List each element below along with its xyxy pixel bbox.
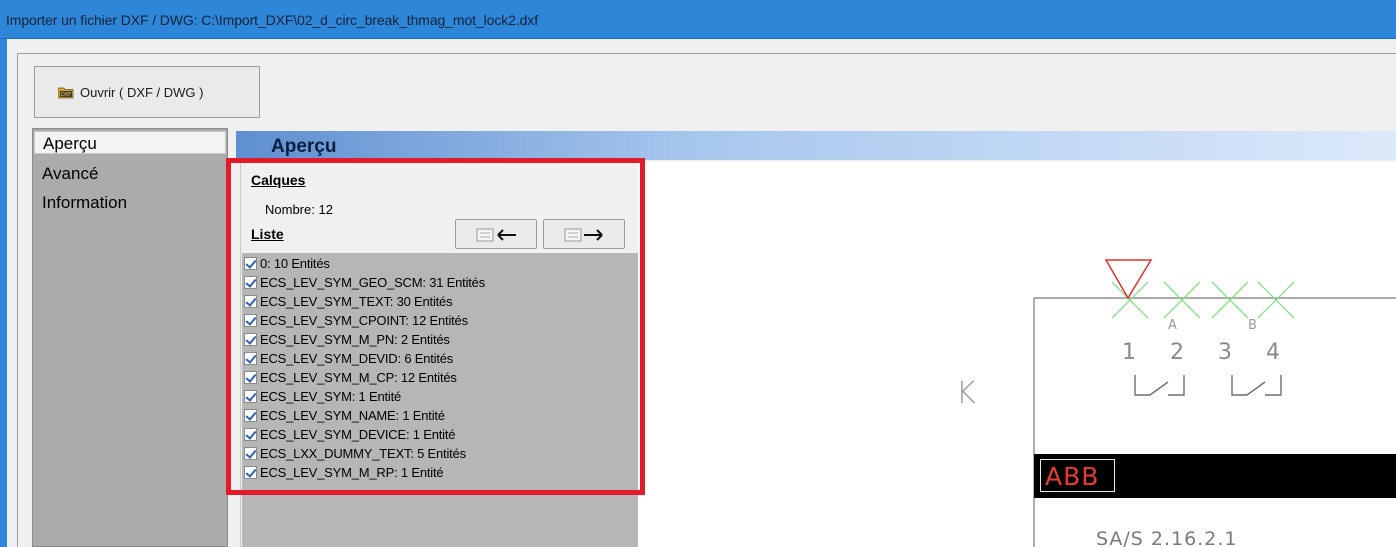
layer-checkbox[interactable] xyxy=(244,428,257,441)
layers-prev-button[interactable] xyxy=(455,219,537,249)
pin-label: 1 xyxy=(1122,340,1136,365)
pin-label: 3 xyxy=(1218,340,1232,365)
layer-checkbox[interactable] xyxy=(244,352,257,365)
layer-label: ECS_LEV_SYM_NAME: 1 Entité xyxy=(260,408,445,423)
layer-checkbox[interactable] xyxy=(244,257,257,270)
layers-arrow-left-icon xyxy=(476,228,516,242)
layer-label: 0: 10 Entités xyxy=(260,256,330,271)
layer-row[interactable]: ECS_LEV_SYM_DEVICE: 1 Entité xyxy=(244,425,455,444)
window-title: Importer un fichier DXF / DWG: C:\Import… xyxy=(6,12,538,28)
layer-checkbox[interactable] xyxy=(244,314,257,327)
layer-row[interactable]: ECS_LEV_SYM_M_PN: 2 Entités xyxy=(244,330,450,349)
layer-checkbox[interactable] xyxy=(244,333,257,346)
layer-checkbox[interactable] xyxy=(244,447,257,460)
insertion-marker xyxy=(1104,259,1153,300)
svg-text:DXF: DXF xyxy=(61,92,71,98)
nav-item-information[interactable]: Information xyxy=(34,191,226,214)
open-dxf-dwg-button[interactable]: DXF Ouvrir ( DXF / DWG ) xyxy=(34,66,260,118)
connection-marks xyxy=(1111,281,1295,319)
dxf-folder-icon: DXF xyxy=(58,87,74,99)
layer-label: ECS_LEV_SYM_DEVID: 6 Entités xyxy=(260,351,454,366)
layer-row[interactable]: ECS_LEV_SYM_CPOINT: 12 Entités xyxy=(244,311,468,330)
device-reference: SA/S 2.16.2.1 xyxy=(1096,528,1238,547)
open-button-label: Ouvrir ( DXF / DWG ) xyxy=(80,85,204,100)
content-title: Aperçu xyxy=(271,136,337,157)
logo-band: ABB xyxy=(1034,454,1396,498)
layer-label: ECS_LEV_SYM_M_CP: 12 Entités xyxy=(260,370,457,385)
layer-row[interactable]: ECS_LEV_SYM: 1 Entité xyxy=(244,387,401,406)
layer-row[interactable]: ECS_LEV_SYM_NAME: 1 Entité xyxy=(244,406,445,425)
import-dxf-window: Importer un fichier DXF / DWG: C:\Import… xyxy=(0,0,1396,547)
content-header: Aperçu xyxy=(236,131,1396,160)
dxf-preview-canvas[interactable]: K 1 2 3 4 A B ABB SA/S 2.16.2.1 xyxy=(638,162,1396,547)
layer-label: ECS_LEV_SYM_M_RP: 1 Entité xyxy=(260,465,444,480)
list-heading: Liste xyxy=(251,226,284,242)
nav-item-avance[interactable]: Avancé xyxy=(34,162,226,185)
layer-checkbox[interactable] xyxy=(244,371,257,384)
layer-checkbox[interactable] xyxy=(244,466,257,479)
layer-row[interactable]: ECS_LEV_SYM_TEXT: 30 Entités xyxy=(244,292,453,311)
device-outline xyxy=(1033,297,1396,547)
layers-heading: Calques xyxy=(251,172,306,188)
window-border xyxy=(0,39,7,547)
layer-checkbox[interactable] xyxy=(244,295,257,308)
layer-label: ECS_LEV_SYM_TEXT: 30 Entités xyxy=(260,294,453,309)
contact-label: A xyxy=(1168,318,1177,333)
abb-logo: ABB xyxy=(1040,459,1115,492)
contact-label: B xyxy=(1248,318,1257,333)
layer-checkbox[interactable] xyxy=(244,276,257,289)
nav-item-apercu[interactable]: Aperçu xyxy=(34,131,226,154)
layers-panel: Calques Nombre: 12 Liste 0: 10 Entités E… xyxy=(240,162,639,547)
layer-label: ECS_LEV_SYM_DEVICE: 1 Entité xyxy=(260,427,456,442)
pin-label: 4 xyxy=(1266,340,1280,365)
layer-label: ECS_LEV_SYM_M_PN: 2 Entités xyxy=(260,332,450,347)
layer-row[interactable]: ECS_LEV_SYM_DEVID: 6 Entités xyxy=(244,349,453,368)
layer-row[interactable]: ECS_LEV_SYM_M_CP: 12 Entités xyxy=(244,368,457,387)
layers-count: Nombre: 12 xyxy=(265,202,333,217)
logo-text: ABB xyxy=(1045,462,1100,491)
layer-checkbox[interactable] xyxy=(244,390,257,403)
layer-list: 0: 10 Entités ECS_LEV_SYM_GEO_SCM: 31 En… xyxy=(242,253,639,547)
pin-label: 2 xyxy=(1170,340,1184,365)
layer-row[interactable]: ECS_LEV_SYM_M_RP: 1 Entité xyxy=(244,463,444,482)
layer-label: ECS_LEV_SYM_GEO_SCM: 31 Entités xyxy=(260,275,486,290)
contact-symbols xyxy=(1134,375,1282,396)
layer-label: ECS_LXX_DUMMY_TEXT: 5 Entités xyxy=(260,446,466,461)
layer-row[interactable]: 0: 10 Entités xyxy=(244,254,330,273)
layer-row[interactable]: ECS_LEV_SYM_GEO_SCM: 31 Entités xyxy=(244,273,485,292)
layer-label: ECS_LEV_SYM: 1 Entité xyxy=(260,389,402,404)
device-letter: K xyxy=(956,376,976,411)
layers-next-button[interactable] xyxy=(543,219,625,249)
layers-arrow-right-icon xyxy=(564,228,603,242)
layer-row[interactable]: ECS_LXX_DUMMY_TEXT: 5 Entités xyxy=(244,444,466,463)
nav-panel: Aperçu Avancé Information xyxy=(32,128,228,547)
title-bar[interactable]: Importer un fichier DXF / DWG: C:\Import… xyxy=(0,0,1396,39)
layer-checkbox[interactable] xyxy=(244,409,257,422)
layer-label: ECS_LEV_SYM_CPOINT: 12 Entités xyxy=(260,313,468,328)
